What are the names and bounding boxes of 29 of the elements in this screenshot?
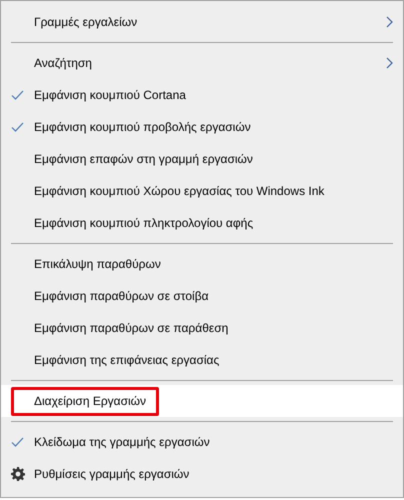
menu-item-label: Εμφάνιση παραθύρων σε στοίβα	[34, 289, 209, 303]
menu-item[interactable]: Αναζήτηση	[1, 47, 403, 79]
menu-item[interactable]: Εμφάνιση κουμπιού πληκτρολογίου αφής	[1, 207, 403, 239]
menu-item-label: Εμφάνιση κουμπιού Cortana	[34, 88, 186, 102]
menu-item[interactable]: Εμφάνιση κουμπιού προβολής εργασιών	[1, 111, 403, 143]
menu-item[interactable]: Κλείδωμα της γραμμής εργασιών	[1, 426, 403, 458]
menu-item[interactable]: Εμφάνιση της επιφάνειας εργασίας	[1, 344, 403, 376]
menu-item-label: Εμφάνιση της επιφάνειας εργασίας	[34, 353, 220, 367]
menu-item-label: Εμφάνιση επαφών στη γραμμή εργασιών	[34, 152, 253, 166]
menu-item-label: Γραμμές εργαλείων	[34, 15, 138, 29]
menu-item-label: Διαχείριση Εργασιών	[34, 394, 146, 408]
menu-item[interactable]: Ρυθμίσεις γραμμής εργασιών	[1, 458, 403, 490]
menu-item-label: Ρυθμίσεις γραμμής εργασιών	[34, 467, 190, 481]
menu-item-label: Αναζήτηση	[34, 56, 92, 70]
menu-item[interactable]: Γραμμές εργαλείων	[1, 6, 403, 38]
menu-item[interactable]: Εμφάνιση επαφών στη γραμμή εργασιών	[1, 143, 403, 175]
menu-item-label: Εμφάνιση κουμπιού πληκτρολογίου αφής	[34, 216, 254, 230]
menu-item[interactable]: Διαχείριση Εργασιών	[1, 385, 403, 417]
menu-item-label: Εμφάνιση κουμπιού προβολής εργασιών	[34, 120, 251, 134]
menu-item[interactable]: Εμφάνιση παραθύρων σε στοίβα	[1, 280, 403, 312]
menu-item[interactable]: Εμφάνιση κουμπιού Χώρου εργασίας του Windows Ink	[1, 175, 403, 207]
settings-icon	[10, 467, 24, 481]
menu-item[interactable]: Εμφάνιση κουμπιού Cortana	[1, 79, 403, 111]
menu-item-label: Κλείδωμα της γραμμής εργασιών	[34, 435, 210, 449]
menu-item-label: Επικάλυψη παραθύρων	[34, 257, 161, 271]
menu-item[interactable]: Επικάλυψη παραθύρων	[1, 248, 403, 280]
menu-item[interactable]: Εμφάνιση παραθύρων σε παράθεση	[1, 312, 403, 344]
menu-item-label: Εμφάνιση παραθύρων σε παράθεση	[34, 321, 228, 335]
menu-item-label: Εμφάνιση κουμπιού Χώρου εργασίας του Windows Ink	[34, 184, 324, 198]
